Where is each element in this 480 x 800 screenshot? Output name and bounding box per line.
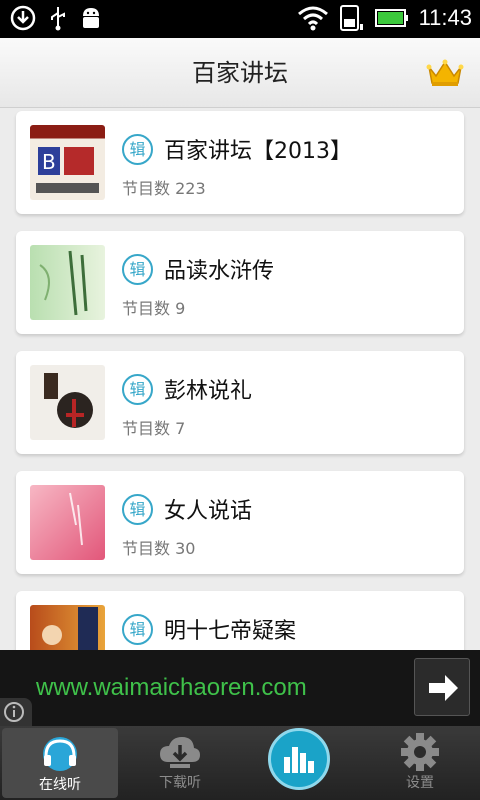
album-cover-art (44, 373, 93, 428)
wifi-icon (297, 6, 328, 31)
gear-icon (401, 733, 439, 771)
tab-settings[interactable]: 设置 (360, 726, 480, 800)
list-item[interactable]: 辑 彭林说礼 节目数 7 (16, 351, 464, 454)
usb-icon (51, 7, 65, 31)
android-debug-icon (83, 8, 99, 28)
tab-download-listen[interactable]: 下载听 (120, 726, 240, 800)
now-playing-button[interactable] (268, 728, 330, 790)
album-badge: 辑 (122, 254, 153, 285)
headphones-icon (43, 737, 77, 771)
equalizer-icon (284, 747, 314, 773)
list-item[interactable]: 辑 明十七帝疑案 (16, 591, 464, 650)
album-title: 彭林说礼 (164, 379, 253, 404)
ad-info-button[interactable] (0, 698, 32, 726)
album-cover (30, 365, 105, 440)
bottom-nav: 在线听 下载听 设置 (0, 726, 480, 800)
crown-icon[interactable] (426, 58, 464, 88)
arrow-right-icon (429, 675, 458, 701)
album-cover-art (69, 492, 83, 546)
ad-banner[interactable]: www.waimaichaoren.com (0, 650, 480, 726)
episode-count: 节目数 223 (122, 179, 206, 198)
album-badge: 辑 (122, 494, 153, 525)
clock: 11:43 (418, 5, 472, 30)
tab-label: 设置 (406, 775, 434, 791)
album-cover (30, 245, 105, 320)
svg-text:B: B (42, 150, 56, 174)
album-cover (30, 605, 105, 650)
list-item[interactable]: 辑 女人说话 节目数 30 (16, 471, 464, 574)
album-badge: 辑 (122, 614, 153, 645)
info-icon (4, 702, 24, 722)
app-header: 百家讲坛 (0, 38, 480, 108)
album-cover (30, 485, 105, 560)
album-cover-art (42, 607, 98, 650)
tab-label: 下载听 (159, 775, 201, 791)
tab-online-listen[interactable]: 在线听 (2, 728, 118, 798)
episode-count: 节目数 9 (122, 299, 186, 318)
episode-count: 节目数 7 (122, 419, 186, 438)
episode-count: 节目数 30 (122, 539, 196, 558)
album-cover-art (39, 250, 88, 316)
album-title: 明十七帝疑案 (164, 619, 297, 644)
page-title: 百家讲坛 (192, 59, 288, 87)
album-badge: 辑 (122, 134, 153, 165)
tab-label: 在线听 (39, 777, 81, 793)
download-icon (10, 5, 36, 31)
download-cloud-icon (160, 737, 200, 768)
album-title: 品读水浒传 (164, 259, 275, 284)
album-title: 女人说话 (164, 499, 253, 524)
battery-icon (374, 9, 408, 27)
album-title: 百家讲坛【2013】 (164, 139, 352, 164)
list-item[interactable]: 辑 品读水浒传 节目数 9 (16, 231, 464, 334)
album-list[interactable]: B 辑 百家讲坛【2013】 节目数 223 辑 品读水浒传 节目数 9 辑 彭 (0, 108, 480, 650)
ad-open-button[interactable] (414, 658, 470, 716)
status-bar: 11:43 (0, 0, 480, 38)
sim-signal-icon (339, 5, 363, 31)
ad-url[interactable]: www.waimaichaoren.com (36, 650, 307, 726)
list-item[interactable]: B 辑 百家讲坛【2013】 节目数 223 (16, 111, 464, 214)
album-cover: B (30, 125, 105, 200)
album-badge: 辑 (122, 374, 153, 405)
album-cover-art: B (36, 147, 99, 193)
